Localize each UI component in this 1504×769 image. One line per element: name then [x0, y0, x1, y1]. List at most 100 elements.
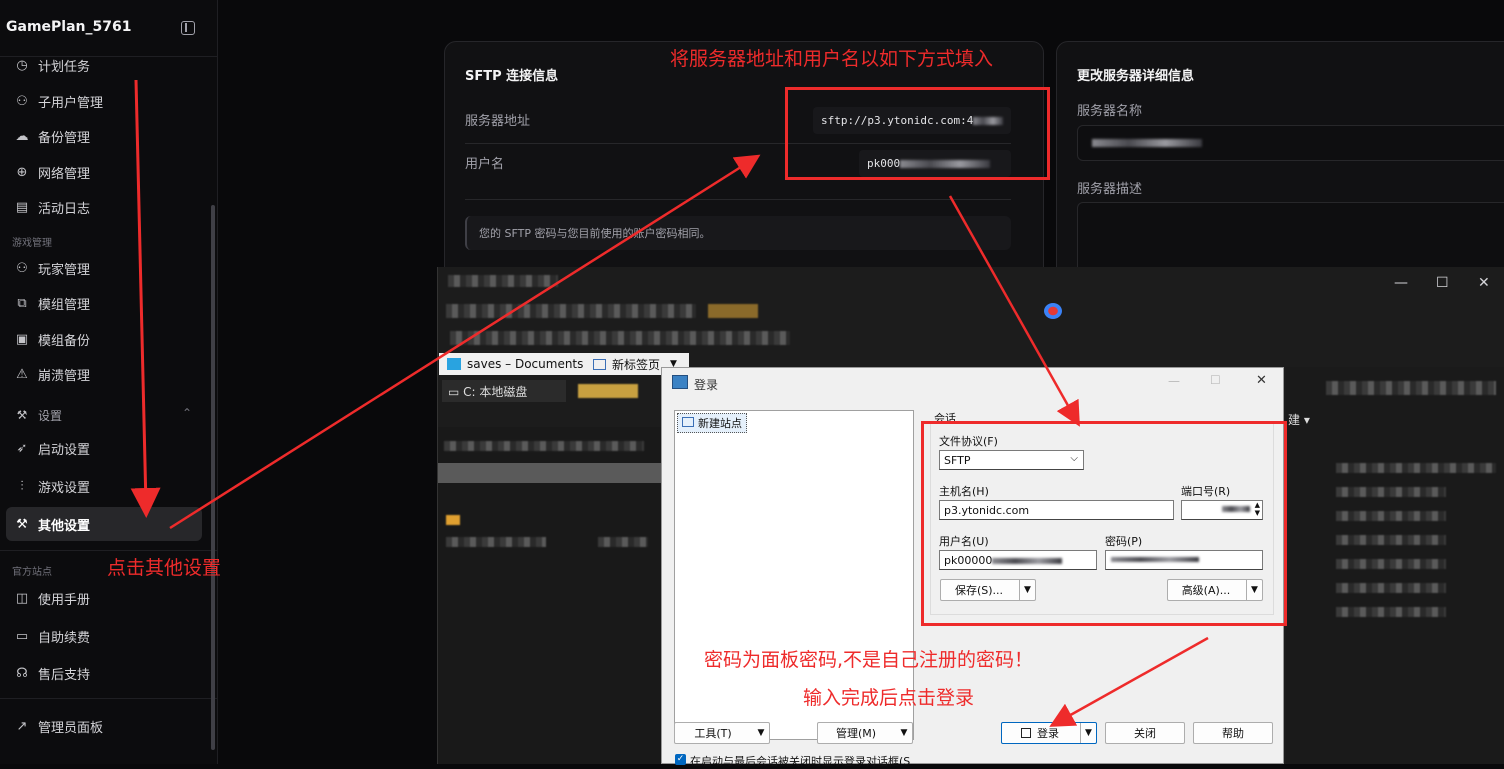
sidebar-group-settings[interactable]: ⚒ 设置 ⌃: [6, 400, 202, 430]
server-brand: GamePlan_5761: [6, 19, 132, 35]
sidebar-item-players[interactable]: ⚇ 玩家管理: [6, 253, 202, 283]
sidebar-item-label: 玩家管理: [38, 262, 91, 278]
close-icon[interactable]: ✕: [1478, 275, 1490, 291]
monitor-icon: [682, 417, 694, 427]
tools-button[interactable]: 工具(T) ▼: [674, 722, 770, 744]
chevron-down-icon[interactable]: ▼: [753, 723, 769, 743]
folder-icon: [446, 515, 460, 525]
drive-selector[interactable]: ▭ C: 本地磁盘: [442, 380, 566, 402]
sidebar-item-subusers[interactable]: ⚇ 子用户管理: [6, 86, 202, 116]
sidebar-item-label: 子用户管理: [38, 95, 104, 111]
clock-icon: ◷: [16, 57, 28, 73]
cloud-icon: ☁: [15, 128, 29, 144]
sidebar-item-label: 启动设置: [38, 442, 91, 458]
sidebar-item-label: 网络管理: [38, 166, 91, 182]
sftp-password-notice: 您的 SFTP 密码与您目前使用的账户密码相同。: [465, 216, 1011, 250]
file-row-blurred: [1336, 511, 1446, 521]
sidebar-divider: [0, 550, 217, 551]
card-title: SFTP 连接信息: [465, 69, 559, 84]
sidebar-item-label: 模组管理: [38, 297, 91, 313]
sidebar-item-label: 游戏设置: [38, 480, 91, 496]
sidebar-item-game-settings[interactable]: ⫶ 游戏设置: [6, 471, 202, 501]
rocket-icon: ➶: [16, 440, 28, 456]
maximize-icon[interactable]: ☐: [1436, 275, 1449, 291]
close-icon[interactable]: ✕: [1256, 373, 1267, 388]
site-item-new[interactable]: 新建站点: [677, 413, 747, 433]
sidebar-item-label: 自助续费: [38, 630, 91, 646]
header-blurred: [444, 441, 644, 451]
book-icon: ◫: [15, 590, 29, 606]
tab-saves-documents[interactable]: saves – Documents: [447, 353, 583, 375]
sidebar-item-label: 模组备份: [38, 333, 91, 349]
save-icon: ▣: [15, 331, 29, 347]
sidebar-item-admin-panel[interactable]: ↗ 管理员面板: [6, 711, 202, 741]
sidebar-item-label: 售后支持: [38, 667, 91, 683]
sidebar-item-support[interactable]: ☊ 售后支持: [6, 658, 202, 688]
collapse-sidebar-icon[interactable]: [181, 21, 195, 35]
sliders-icon: ⫶: [20, 478, 24, 494]
minimize-icon[interactable]: —: [1394, 275, 1408, 291]
manage-button[interactable]: 管理(M) ▼: [817, 722, 913, 744]
local-file-pane[interactable]: [438, 427, 662, 764]
file-row-blurred: [1336, 487, 1446, 497]
help-button[interactable]: 帮助: [1193, 722, 1273, 744]
minimize-icon: —: [1168, 374, 1180, 388]
checkbox-show-login[interactable]: ✓: [675, 754, 686, 765]
server-name-input[interactable]: [1077, 125, 1504, 161]
card-title: 更改服务器详细信息: [1077, 69, 1195, 84]
users-icon: ⚇: [16, 93, 28, 109]
sidebar-item-activity-log[interactable]: ▤ 活动日志: [6, 192, 202, 222]
users-icon: ⚇: [16, 260, 28, 276]
drive-label: C: 本地磁盘: [463, 385, 528, 399]
drive-icon: ▭: [448, 385, 464, 399]
globe-icon: ⊕: [16, 164, 28, 180]
sidebar-item-renewal[interactable]: ▭ 自助续费: [6, 621, 202, 651]
file-row-blurred: [446, 537, 546, 547]
dialog-title: 登录: [694, 378, 719, 392]
chevron-down-icon[interactable]: ▼: [1080, 723, 1096, 743]
redacted-blur: [1092, 139, 1202, 147]
sidebar-item-mod-backups[interactable]: ▣ 模组备份: [6, 324, 202, 354]
sidebar-item-backups[interactable]: ☁ 备份管理: [6, 121, 202, 151]
toolbar-blurred: [446, 304, 696, 318]
file-row-blurred: [1336, 583, 1446, 593]
wrench-icon: ⚒: [16, 516, 28, 532]
file-icon: ▤: [15, 199, 29, 215]
sidebar-item-network[interactable]: ⊕ 网络管理: [6, 157, 202, 187]
sidebar-item-crashes[interactable]: ⚠ 崩溃管理: [6, 359, 202, 389]
file-row-blurred: [1336, 535, 1446, 545]
close-button[interactable]: 关闭: [1105, 722, 1185, 744]
selected-row[interactable]: [438, 463, 662, 483]
sidebar-item-scheduled-tasks[interactable]: ◷ 计划任务: [6, 50, 202, 80]
sidebar-item-startup-settings[interactable]: ➶ 启动设置: [6, 433, 202, 463]
tab-label: saves – Documents: [467, 357, 584, 371]
chevron-up-icon[interactable]: ⌃: [182, 406, 192, 420]
remote-file-pane[interactable]: 建 ▾: [1286, 367, 1504, 764]
blocks-icon: ⧉: [17, 295, 27, 311]
toolbar-blurred: [578, 384, 638, 398]
annotation-password-note: 密码为面板密码,不是自己注册的密码！: [704, 649, 1034, 671]
sidebar-item-label: 活动日志: [38, 201, 91, 217]
new-button[interactable]: 建 ▾: [1288, 411, 1310, 428]
sidebar-scrollbar[interactable]: [211, 205, 215, 750]
server-name-label: 服务器名称: [1077, 104, 1143, 119]
sync-icon[interactable]: [1044, 303, 1062, 319]
highlight-session-fields: [921, 421, 1287, 626]
sidebar-item-mods[interactable]: ⧉ 模组管理: [6, 288, 202, 318]
annotation-click-other-settings: 点击其他设置: [107, 557, 222, 579]
sidebar-group-label: 设置: [38, 408, 63, 423]
credit-card-icon: ▭: [15, 628, 29, 644]
wrench-icon: ⚒: [16, 408, 28, 422]
login-button[interactable]: 登录 ▼: [1001, 722, 1097, 744]
warning-icon: ⚠: [16, 366, 28, 382]
file-row-blurred: [1336, 463, 1496, 473]
sidebar-item-other-settings[interactable]: ⚒ 其他设置: [6, 507, 202, 541]
server-description-label: 服务器描述: [1077, 182, 1143, 197]
sidebar-item-label: 管理员面板: [38, 720, 104, 736]
chevron-down-icon[interactable]: ▼: [896, 723, 912, 743]
sidebar-item-label: 备份管理: [38, 130, 91, 146]
server-address-label: 服务器地址: [465, 114, 531, 129]
server-details-card: 更改服务器详细信息 服务器名称 服务器描述: [1056, 41, 1504, 282]
sidebar-item-manual[interactable]: ◫ 使用手册: [6, 583, 202, 613]
sidebar-item-label: 崩溃管理: [38, 368, 91, 384]
